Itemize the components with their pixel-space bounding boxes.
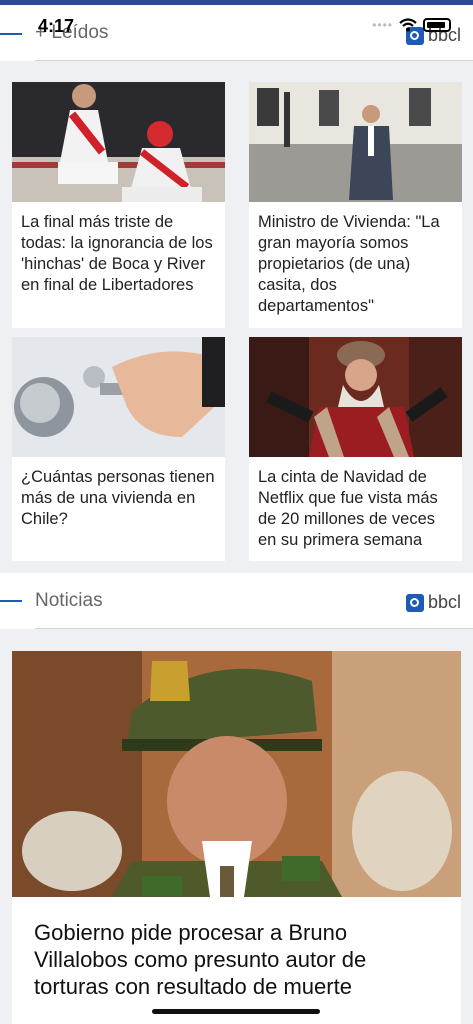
wifi-icon	[399, 18, 417, 32]
santa-claus-photo	[249, 337, 462, 457]
section-title: Noticias	[35, 590, 103, 611]
police-general-photo	[12, 651, 461, 897]
battery-icon	[423, 18, 451, 32]
minister-photo	[249, 82, 462, 202]
section-dash	[0, 33, 22, 35]
section-divider	[35, 628, 473, 629]
news-headline[interactable]: Gobierno pide procesar a Bruno Villalobo…	[12, 897, 461, 1000]
football-fans-photo	[12, 82, 225, 202]
article-headline[interactable]: La cinta de Navidad de Netflix que fue v…	[249, 457, 462, 551]
article-card[interactable]: ¿Cuántas personas tienen más de una vivi…	[12, 337, 225, 561]
article-headline[interactable]: Ministro de Vivienda: "La gran mayoría s…	[249, 202, 462, 317]
article-card[interactable]: La cinta de Navidad de Netflix que fue v…	[249, 337, 462, 561]
section-dash	[0, 600, 22, 602]
article-headline[interactable]: La final más triste de todas: la ignoran…	[12, 202, 225, 296]
section-divider	[35, 60, 473, 61]
status-time: 4:17	[38, 16, 75, 36]
bbcl-logo-icon	[405, 593, 424, 612]
section-header-news: Noticias bbcl	[0, 573, 473, 629]
article-headline[interactable]: ¿Cuántas personas tienen más de una vivi…	[12, 457, 225, 530]
news-card[interactable]: Gobierno pide procesar a Bruno Villalobo…	[12, 651, 461, 1024]
brand-name: bbcl	[427, 592, 461, 612]
brand-logo[interactable]: bbcl	[405, 592, 461, 613]
home-indicator[interactable]	[152, 1009, 320, 1014]
article-card[interactable]: La final más triste de todas: la ignoran…	[12, 82, 225, 328]
key-in-lock-photo	[12, 337, 225, 457]
article-card[interactable]: Ministro de Vivienda: "La gran mayoría s…	[249, 82, 462, 328]
signal-icon: ••••	[372, 18, 393, 32]
status-icons: ••••	[372, 18, 451, 32]
